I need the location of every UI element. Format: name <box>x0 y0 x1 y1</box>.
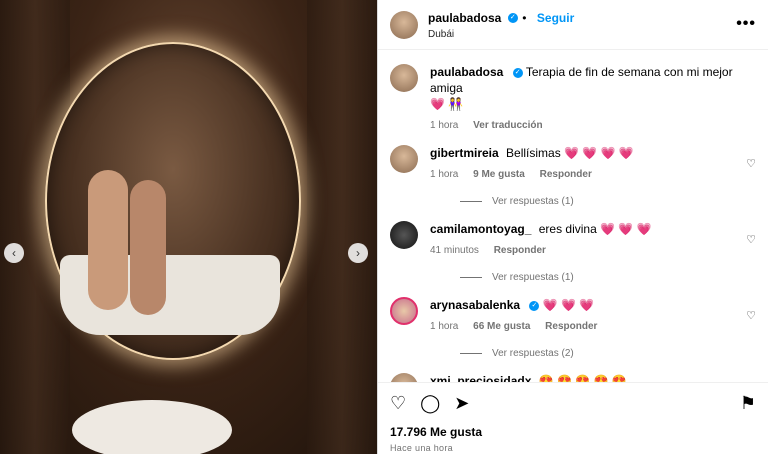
like-icon[interactable]: ♡ <box>390 393 406 414</box>
chevron-left-icon: ‹ <box>12 246 16 260</box>
comment-username[interactable]: camilamontoyag_ <box>430 222 531 236</box>
caption-time: 1 hora <box>430 120 459 131</box>
comment-emoji: 💗 💗 💗 💗 <box>564 146 634 160</box>
comment-emoji: 💗 💗 💗 <box>542 298 595 312</box>
avatar[interactable] <box>390 373 418 382</box>
reply-button[interactable]: Responder <box>540 169 592 180</box>
more-options-icon[interactable]: ••• <box>736 15 756 33</box>
share-icon[interactable]: ➤ <box>454 393 469 414</box>
person-figure <box>130 180 166 315</box>
comment: gibertmireia Bellísimas 💗 💗 💗 💗 1 hora 9… <box>390 131 756 207</box>
view-replies-label: Ver respuestas (1) <box>492 272 574 283</box>
avatar[interactable] <box>390 64 418 92</box>
verified-icon: ✓ <box>512 67 523 78</box>
post-header: paulabadosa ✓ • Seguir Dubái ••• <box>378 0 768 50</box>
carousel-prev-button[interactable]: ‹ <box>4 243 24 263</box>
comment-icon[interactable]: ◯ <box>420 393 440 414</box>
sink <box>72 400 232 454</box>
person-figure <box>88 170 128 310</box>
avatar[interactable] <box>390 297 418 325</box>
comment: xmi_preciosidadx 😍 😍 😍 😍 😍 ♡ <box>390 359 756 382</box>
follow-button[interactable]: Seguir <box>537 11 574 25</box>
caption-emoji: 💗 👭 <box>430 97 464 111</box>
comment: arynasabalenka ✓ 💗 💗 💗 1 hora 66 Me gust… <box>390 283 756 359</box>
comment-emoji: 😍 😍 😍 😍 😍 <box>538 374 627 382</box>
view-replies-label: Ver respuestas (2) <box>492 348 574 359</box>
comments-list[interactable]: paulabadosa ✓ Terapia de fin de semana c… <box>378 50 768 382</box>
comment-likes[interactable]: 66 Me gusta <box>473 321 530 332</box>
verified-icon: ✓ <box>507 12 518 23</box>
post-actions: ♡ ◯ ➤ ⚑ 17.796 Me gusta Hace una hora <box>378 382 768 454</box>
comment-username[interactable]: xmi_preciosidadx <box>430 374 531 382</box>
dot-separator: • <box>522 11 527 25</box>
comment-emoji: 💗 💗 💗 <box>600 222 652 236</box>
view-replies-button[interactable]: Ver respuestas (1) <box>460 196 736 207</box>
comment-likes[interactable]: 9 Me gusta <box>473 169 525 180</box>
caption: paulabadosa ✓ Terapia de fin de semana c… <box>390 50 756 131</box>
post-image: ‹ › <box>0 0 377 454</box>
like-comment-icon[interactable]: ♡ <box>746 309 756 322</box>
comment-text: eres divina <box>538 222 597 236</box>
wall-panel <box>307 0 377 454</box>
view-replies-button[interactable]: Ver respuestas (2) <box>460 348 736 359</box>
translate-link[interactable]: Ver traducción <box>473 120 542 131</box>
location-link[interactable]: Dubái <box>428 29 574 40</box>
like-comment-icon[interactable]: ♡ <box>746 233 756 246</box>
bookmark-icon[interactable]: ⚑ <box>740 393 756 414</box>
view-replies-button[interactable]: Ver respuestas (1) <box>460 272 736 283</box>
avatar[interactable] <box>390 221 418 249</box>
avatar[interactable] <box>390 145 418 173</box>
chevron-right-icon: › <box>356 246 360 260</box>
carousel-next-button[interactable]: › <box>348 243 368 263</box>
post-time: Hace una hora <box>390 443 453 453</box>
username-link[interactable]: paulabadosa <box>428 11 501 25</box>
comment-text: Bellísimas <box>506 146 561 160</box>
avatar[interactable] <box>390 10 418 39</box>
post-sidebar: paulabadosa ✓ • Seguir Dubái ••• paulaba… <box>377 0 768 454</box>
comment-username[interactable]: arynasabalenka <box>430 298 520 312</box>
verified-icon: ✓ <box>529 300 540 311</box>
comment: camilamontoyag_ eres divina 💗 💗 💗 41 min… <box>390 207 756 283</box>
caption-username[interactable]: paulabadosa <box>430 65 503 79</box>
view-replies-label: Ver respuestas (1) <box>492 196 574 207</box>
comment-time: 1 hora <box>430 321 459 332</box>
comment-username[interactable]: gibertmireia <box>430 146 499 160</box>
likes-count[interactable]: 17.796 Me gusta <box>390 425 756 439</box>
reply-button[interactable]: Responder <box>494 245 546 256</box>
reply-button[interactable]: Responder <box>545 321 597 332</box>
comment-time: 1 hora <box>430 169 459 180</box>
comment-time: 41 minutos <box>430 245 479 256</box>
like-comment-icon[interactable]: ♡ <box>746 157 756 170</box>
